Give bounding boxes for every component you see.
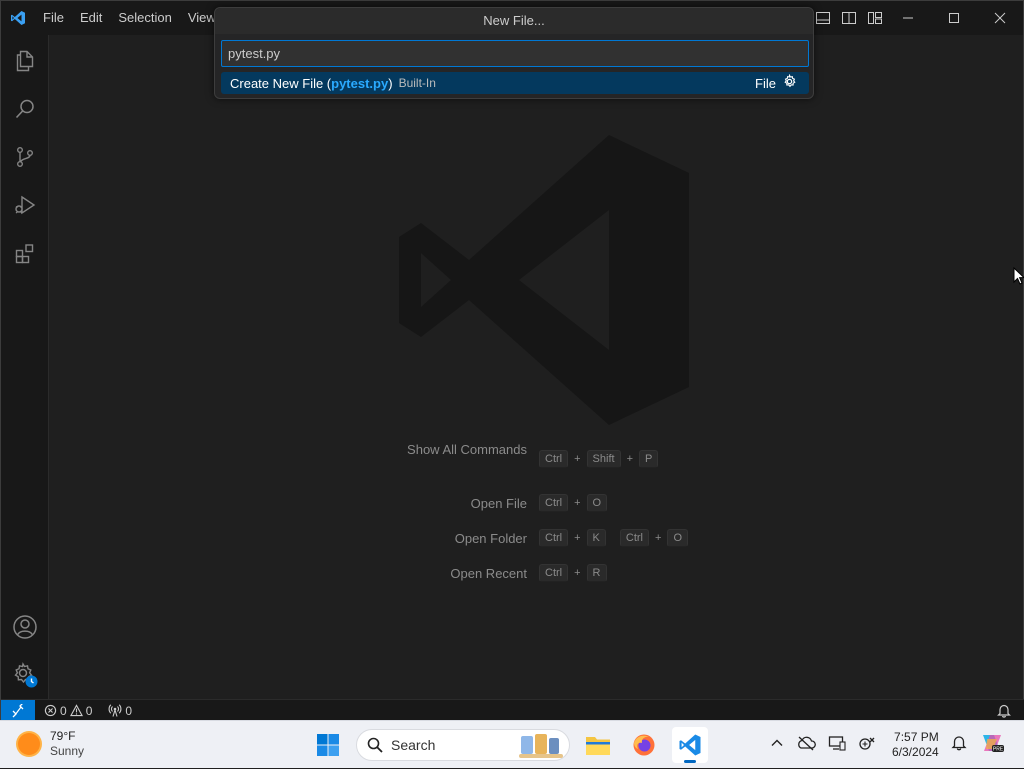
weather-temperature: 79°F [50,729,76,743]
key: Ctrl [539,450,569,468]
onedrive-offline-icon[interactable] [796,735,816,756]
vscode-taskbar-icon[interactable] [672,727,708,763]
network-no-internet-icon[interactable] [858,735,876,756]
option-category: File [755,72,797,94]
shortcut-label: Show All Commands [407,442,527,457]
account-icon[interactable] [1,603,49,651]
new-file-quick-pick: New File... Create New File (pytest.py) … [214,7,814,99]
search-highlight-icon [519,732,563,763]
error-icon [44,704,57,717]
customize-layout-icon[interactable] [865,8,885,28]
explorer-files-icon[interactable] [1,37,49,85]
file-explorer-icon[interactable] [580,727,616,763]
option-description: Built-In [398,76,436,90]
weather-widget[interactable]: 79°F Sunny [18,729,84,759]
warning-count: 0 [85,703,93,718]
option-label: Create New File (pytest.py) [230,75,393,91]
shortcut-keys: Ctrl + Shift + P [539,450,659,468]
menu-edit[interactable]: Edit [72,1,110,35]
close-icon[interactable] [977,1,1023,35]
problems-indicator[interactable]: 0 0 [44,704,92,718]
maximize-icon[interactable] [931,1,977,35]
svg-text:PRE: PRE [993,746,1004,752]
key: Ctrl [619,529,649,547]
copilot-icon[interactable]: PRE [979,731,1005,760]
key: K [586,529,606,547]
toggle-secondary-sidebar-icon[interactable] [839,8,859,28]
key: R [586,564,607,582]
key: O [667,529,688,547]
create-new-file-option[interactable]: Create New File (pytest.py) Built-In Fil… [221,72,809,94]
notification-bell-icon[interactable] [951,734,967,756]
key: O [586,494,608,512]
option-filename-highlight: pytest.py [331,75,389,91]
windows-start-icon[interactable] [310,727,346,763]
vscode-logo-icon[interactable] [1,1,35,35]
firefox-icon[interactable] [626,727,662,763]
option-category-label: File [755,75,776,91]
weather-description: Sunny [50,744,85,758]
error-count: 0 [60,703,67,718]
mouse-cursor-icon [1013,266,1024,290]
menu-selection[interactable]: Selection [110,1,179,35]
search-placeholder: Search [391,737,436,753]
vscode-watermark-logo [399,135,689,425]
remote-indicator-icon[interactable] [1,699,35,722]
quick-pick-title: New File... [215,8,813,34]
editor-area: Show All Commands Ctrl + Shift + P Open Fi… [49,35,1023,699]
windows-taskbar: 79°F Sunny Search 7:57 PM 6/3/2024 PRE [0,720,1024,768]
shortcut-label: Open Folder [454,531,527,546]
shortcut-keys: Ctrl + K Ctrl + O [539,529,688,547]
toggle-panel-icon[interactable] [813,8,833,28]
search-icon[interactable] [1,85,49,133]
shortcut-keys: Ctrl + R [539,564,607,582]
show-hidden-icons-chevron-icon[interactable] [770,736,784,755]
shortcut-keys: Ctrl + O [539,494,608,512]
activity-bar [1,35,49,699]
broadcast-icon [108,704,122,717]
window-controls [885,1,1023,35]
ports-indicator[interactable]: 0 [108,704,132,718]
manage-gear-icon[interactable] [1,651,49,699]
key: P [639,450,659,468]
run-debug-icon[interactable] [1,181,49,229]
taskbar-search[interactable]: Search [356,729,570,761]
system-tray: 7:57 PM 6/3/2024 PRE [770,721,1005,769]
file-name-input[interactable] [221,40,809,67]
layout-controls [813,1,885,35]
configure-gear-icon[interactable] [782,73,797,92]
vscode-window: File Edit Selection View Show All Comman… [0,0,1024,722]
clock-time: 7:57 PM [894,730,939,744]
source-control-icon[interactable] [1,133,49,181]
taskbar-apps: Search [310,727,708,763]
menu-file[interactable]: File [35,1,72,35]
extensions-icon[interactable] [1,229,49,277]
active-indicator [684,760,696,763]
shortcut-label: Open Recent [450,566,527,581]
clock-date: 6/3/2024 [892,745,939,759]
ports-count: 0 [125,703,133,718]
key: Ctrl [539,564,569,582]
key: Shift [586,450,621,468]
warning-icon [69,704,83,717]
display-icon[interactable] [828,735,846,756]
clock[interactable]: 7:57 PM 6/3/2024 [892,730,939,760]
menu-bar: File Edit Selection View [35,1,224,35]
minimize-icon[interactable] [885,1,931,35]
sun-icon [18,733,40,755]
status-bar: 0 0 0 [1,699,1024,722]
key: Ctrl [539,494,569,512]
search-icon [367,737,383,753]
key: Ctrl [539,529,569,547]
shortcut-label: Open File [470,496,527,511]
